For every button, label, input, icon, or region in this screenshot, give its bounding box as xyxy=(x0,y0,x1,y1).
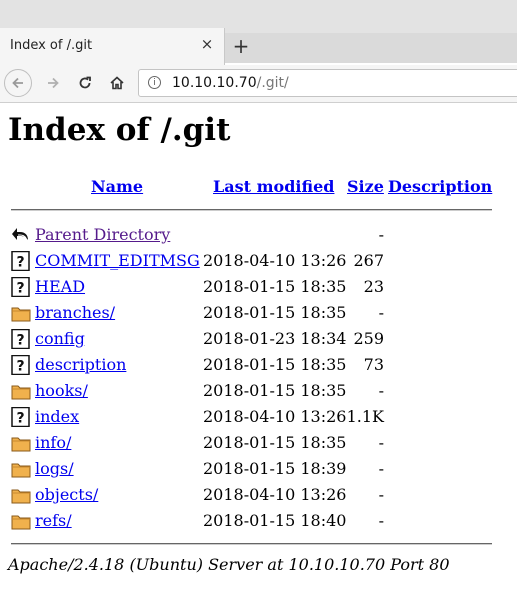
file-link[interactable]: COMMIT_EDITMSG xyxy=(35,251,200,270)
table-row: info/2018-01-15 18:35 - xyxy=(0,431,517,455)
unknown-file-icon[interactable]: ? xyxy=(11,406,31,428)
page-content: Index of /.git Name Last modified Size D… xyxy=(0,103,517,602)
url-path: /.git/ xyxy=(256,75,289,91)
folder-icon[interactable] xyxy=(11,303,31,323)
page-title: Index of /.git xyxy=(8,112,231,148)
folder-icon[interactable] xyxy=(11,459,31,479)
footer-divider xyxy=(11,543,492,545)
table-row: ? HEAD 2018-01-15 18:35 23 xyxy=(0,275,517,299)
size-value: - xyxy=(378,303,384,322)
new-tab-button[interactable]: + xyxy=(231,33,251,61)
size-value: 1.1K xyxy=(346,407,384,426)
last-modified-value: 2018-01-15 18:39 xyxy=(203,459,347,478)
url-bar[interactable]: i 10.10.10.70/.git/ xyxy=(138,69,517,97)
size-value: - xyxy=(378,225,384,244)
forward-icon[interactable] xyxy=(39,69,67,97)
size-value: - xyxy=(378,381,384,400)
last-modified-value: 2018-01-15 18:35 xyxy=(203,303,347,322)
last-modified-value: 2018-01-15 18:35 xyxy=(203,433,347,452)
size-value: - xyxy=(378,433,384,452)
last-modified-value: 2018-04-10 13:26 xyxy=(203,407,347,426)
svg-text:?: ? xyxy=(16,411,24,427)
file-link[interactable]: logs/ xyxy=(35,459,74,478)
file-link[interactable]: HEAD xyxy=(35,277,85,296)
file-link[interactable]: config xyxy=(35,329,85,348)
tab-title: Index of /.git xyxy=(10,38,93,53)
file-link[interactable]: info/ xyxy=(35,433,71,452)
svg-text:?: ? xyxy=(16,333,24,349)
unknown-file-icon[interactable]: ? xyxy=(11,276,31,298)
size-value: 73 xyxy=(363,355,384,374)
last-modified-value: 2018-04-10 13:26 xyxy=(203,485,347,504)
table-row: ? description 2018-01-15 18:35 73 xyxy=(0,353,517,377)
last-modified-value: 2018-01-15 18:35 xyxy=(203,381,347,400)
column-header-size[interactable]: Size xyxy=(347,177,384,196)
size-value: 267 xyxy=(353,251,384,270)
column-header-last-modified[interactable]: Last modified xyxy=(213,177,334,196)
navigation-toolbar: i 10.10.10.70/.git/ xyxy=(0,65,517,103)
folder-icon[interactable] xyxy=(11,381,31,401)
folder-icon[interactable] xyxy=(11,511,31,531)
unknown-file-icon[interactable]: ? xyxy=(11,250,31,272)
file-link[interactable]: refs/ xyxy=(35,511,72,530)
unknown-file-icon[interactable]: ? xyxy=(11,328,31,350)
last-modified-value: 2018-01-15 18:40 xyxy=(203,511,347,530)
svg-text:?: ? xyxy=(16,281,24,297)
table-row: ? config 2018-01-23 18:34 259 xyxy=(0,327,517,351)
parent-directory-row: Parent Directory - xyxy=(0,223,517,247)
size-value: 259 xyxy=(353,329,384,348)
close-icon[interactable]: × xyxy=(199,34,215,54)
size-value: - xyxy=(378,459,384,478)
table-row: ? index 2018-04-10 13:26 1.1K xyxy=(0,405,517,429)
tab-index-of-git[interactable]: Index of /.git × xyxy=(0,28,225,65)
last-modified-value: 2018-04-10 13:26 xyxy=(203,251,347,270)
unknown-file-icon[interactable]: ? xyxy=(11,354,31,376)
info-icon[interactable]: i xyxy=(148,76,161,89)
back-icon[interactable] xyxy=(4,69,32,97)
last-modified-value: 2018-01-15 18:35 xyxy=(203,277,347,296)
column-header-description[interactable]: Description xyxy=(388,177,492,196)
size-value: - xyxy=(378,511,384,530)
header-divider xyxy=(11,209,492,211)
table-row: refs/2018-01-15 18:40 - xyxy=(0,509,517,533)
back-icon[interactable] xyxy=(11,225,31,245)
size-value: 23 xyxy=(363,277,384,296)
server-signature: Apache/2.4.18 (Ubuntu) Server at 10.10.1… xyxy=(8,555,450,574)
column-header-name[interactable]: Name xyxy=(91,177,143,196)
size-value: - xyxy=(378,485,384,504)
file-link[interactable]: branches/ xyxy=(35,303,115,322)
table-row: ? COMMIT_EDITMSG 2018-04-10 13:26 267 xyxy=(0,249,517,273)
svg-text:?: ? xyxy=(16,255,24,271)
table-row: branches/2018-01-15 18:35 - xyxy=(0,301,517,325)
url-text[interactable]: 10.10.10.70/.git/ xyxy=(172,75,289,91)
svg-text:?: ? xyxy=(16,359,24,375)
reload-icon[interactable] xyxy=(71,69,99,97)
file-link[interactable]: Parent Directory xyxy=(35,225,170,244)
last-modified-value: 2018-01-15 18:35 xyxy=(203,355,347,374)
folder-icon[interactable] xyxy=(11,485,31,505)
last-modified-value: 2018-01-23 18:34 xyxy=(203,329,347,348)
url-host: 10.10.10.70 xyxy=(172,75,257,91)
table-row: objects/2018-04-10 13:26 - xyxy=(0,483,517,507)
table-row: hooks/2018-01-15 18:35 - xyxy=(0,379,517,403)
folder-icon[interactable] xyxy=(11,433,31,453)
file-link[interactable]: hooks/ xyxy=(35,381,88,400)
table-row: logs/2018-01-15 18:39 - xyxy=(0,457,517,481)
home-icon[interactable] xyxy=(103,69,131,97)
file-link[interactable]: index xyxy=(35,407,79,426)
file-link[interactable]: description xyxy=(35,355,126,374)
file-link[interactable]: objects/ xyxy=(35,485,98,504)
